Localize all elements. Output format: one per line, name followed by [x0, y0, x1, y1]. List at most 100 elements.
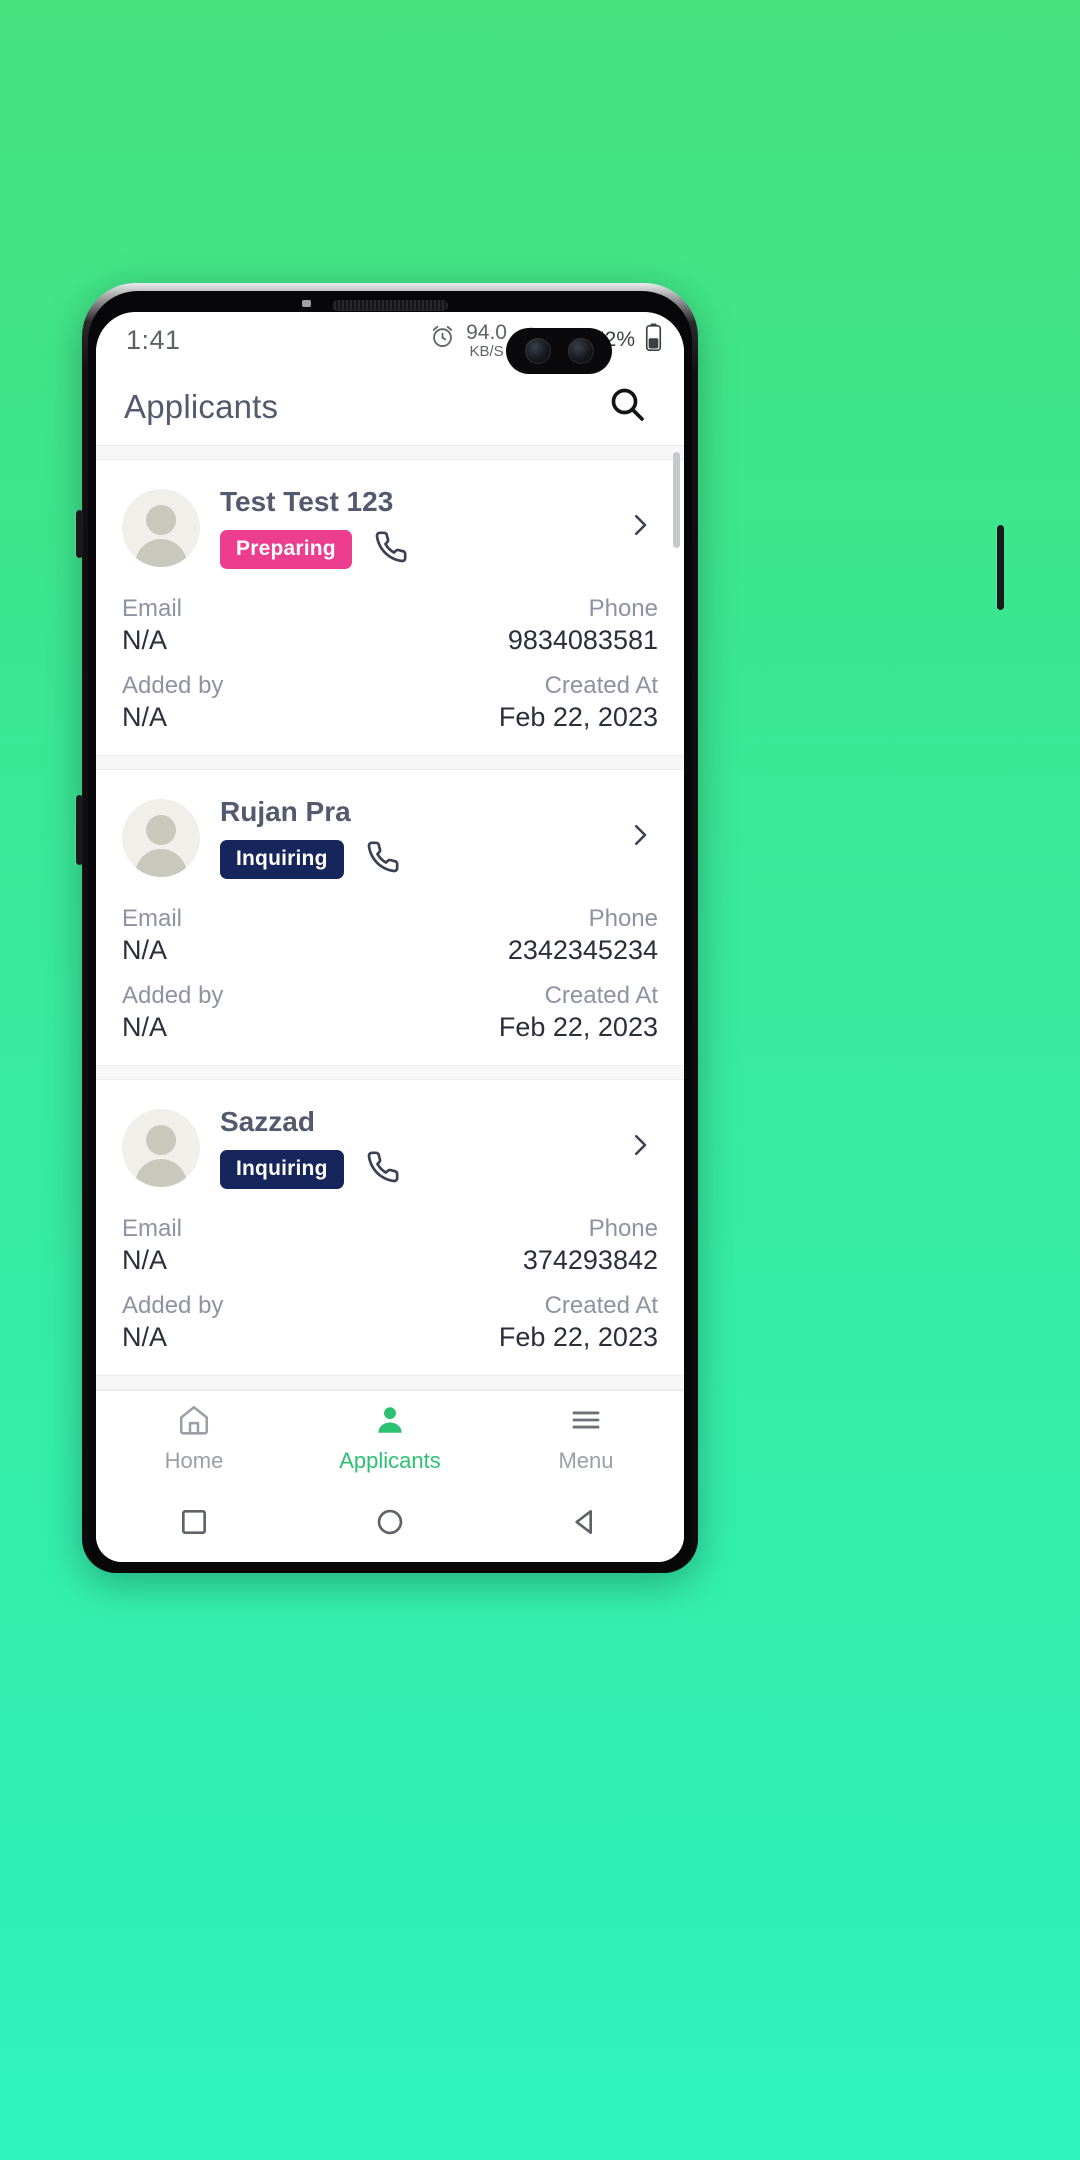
power-button[interactable] [76, 510, 83, 558]
email-field: Email N/A [122, 1215, 390, 1276]
added-by-value: N/A [122, 1322, 168, 1352]
email-label: Email [122, 1215, 183, 1242]
phone-label: Phone [588, 595, 658, 622]
phone-field: Phone 9834083581 [390, 595, 658, 656]
chevron-right-icon [625, 1130, 655, 1165]
applicant-summary: Sazzad Inquiring [220, 1106, 602, 1189]
added-by-field: Added by N/A [122, 982, 390, 1043]
applicants-list[interactable]: Test Test 123 Preparing Email N/A Phone … [96, 446, 684, 1414]
alarm-clock-icon [429, 323, 456, 357]
added-by-value: N/A [122, 1012, 168, 1042]
email-label: Email [122, 595, 183, 622]
chevron-right-icon [625, 820, 655, 855]
scrollbar-thumb[interactable] [673, 452, 680, 548]
proximity-sensor [302, 300, 311, 307]
volume-button[interactable] [76, 795, 83, 865]
email-value: N/A [122, 625, 168, 655]
network-speed-indicator: 94.0 KB/S [466, 322, 507, 359]
email-field: Email N/A [122, 905, 390, 966]
avatar [122, 488, 200, 567]
created-at-value: Feb 22, 2023 [498, 1322, 658, 1352]
chevron-right-icon [625, 510, 655, 545]
status-badge: Inquiring [220, 1150, 344, 1189]
search-icon [607, 384, 647, 429]
applicant-meta-row: Inquiring [220, 840, 602, 879]
app-bar: Applicants [96, 368, 684, 446]
created-at-label: Created At [544, 1292, 658, 1319]
applicant-name: Test Test 123 [220, 486, 394, 517]
front-camera-cutout [506, 328, 612, 374]
phone-value: 9834083581 [507, 625, 658, 655]
phone-field: Phone 2342345234 [390, 905, 658, 966]
earpiece-speaker [332, 300, 448, 311]
nav-label-menu: Menu [558, 1448, 614, 1473]
android-system-navigation [96, 1486, 684, 1562]
phone-label: Phone [588, 905, 658, 932]
home-button[interactable] [355, 1497, 425, 1551]
email-label: Email [122, 905, 183, 932]
call-button[interactable] [366, 840, 400, 879]
recents-button[interactable] [159, 1497, 229, 1551]
added-by-field: Added by N/A [122, 1292, 390, 1353]
applicant-name: Rujan Pra [220, 796, 351, 827]
applicant-card[interactable]: Test Test 123 Preparing Email N/A Phone … [96, 460, 684, 756]
bottom-navigation: Home Applicants Menu [96, 1390, 684, 1486]
applicant-card-header: Test Test 123 Preparing [122, 486, 658, 569]
network-speed-value: 94.0 [466, 320, 507, 344]
phone-icon [366, 840, 400, 879]
added-by-field: Added by N/A [122, 672, 390, 733]
triangle-back-icon [570, 1506, 602, 1543]
square-recents-icon [178, 1506, 210, 1543]
side-button-right[interactable] [997, 525, 1004, 610]
applicant-name: Sazzad [220, 1106, 315, 1137]
list-divider [96, 1066, 684, 1080]
list-top-spacer [96, 446, 684, 460]
created-at-field: Created At Feb 22, 2023 [390, 1292, 658, 1353]
call-button[interactable] [366, 1150, 400, 1189]
phone-screen: 1:41 94.0 KB/S 52% Applicants Test Test … [96, 312, 684, 1562]
applicant-card[interactable]: Sazzad Inquiring Email N/A Phone 3742938… [96, 1080, 684, 1376]
created-at-field: Created At Feb 22, 2023 [390, 672, 658, 733]
status-time: 1:41 [126, 324, 181, 355]
call-button[interactable] [374, 530, 408, 569]
nav-item-home[interactable]: Home [96, 1403, 292, 1474]
applicant-meta-row: Preparing [220, 530, 602, 569]
phone-value: 2342345234 [507, 935, 658, 965]
added-by-value: N/A [122, 702, 168, 732]
open-applicant-chevron[interactable] [622, 510, 658, 545]
battery-icon [645, 323, 662, 358]
avatar [122, 798, 200, 877]
phone-field: Phone 374293842 [390, 1215, 658, 1276]
created-at-value: Feb 22, 2023 [498, 702, 658, 732]
home-icon [177, 1403, 211, 1442]
applicant-details: Email N/A Phone 9834083581 Added by N/A … [122, 595, 658, 733]
phone-value: 374293842 [522, 1245, 658, 1275]
search-button[interactable] [600, 380, 654, 434]
applicant-card[interactable]: Rujan Pra Inquiring Email N/A Phone 2342… [96, 770, 684, 1066]
applicant-card-header: Rujan Pra Inquiring [122, 796, 658, 879]
phone-label: Phone [588, 1215, 658, 1242]
list-divider [96, 756, 684, 770]
open-applicant-chevron[interactable] [622, 1130, 658, 1165]
applicant-details: Email N/A Phone 374293842 Added by N/A C… [122, 1215, 658, 1353]
nav-item-applicants[interactable]: Applicants [292, 1403, 488, 1474]
email-value: N/A [122, 935, 168, 965]
created-at-label: Created At [544, 672, 658, 699]
nav-item-menu[interactable]: Menu [488, 1403, 684, 1474]
phone-icon [374, 530, 408, 569]
applicant-summary: Test Test 123 Preparing [220, 486, 602, 569]
back-button[interactable] [551, 1497, 621, 1551]
applicant-summary: Rujan Pra Inquiring [220, 796, 602, 879]
avatar [122, 1108, 200, 1187]
created-at-field: Created At Feb 22, 2023 [390, 982, 658, 1043]
status-badge: Preparing [220, 530, 352, 569]
added-by-label: Added by [122, 1292, 224, 1319]
applicant-meta-row: Inquiring [220, 1150, 602, 1189]
email-value: N/A [122, 1245, 168, 1275]
circle-home-icon [374, 1506, 406, 1543]
nav-label-applicants: Applicants [339, 1448, 441, 1473]
network-speed-unit: KB/S [469, 342, 504, 360]
open-applicant-chevron[interactable] [622, 820, 658, 855]
applicant-card-header: Sazzad Inquiring [122, 1106, 658, 1189]
applicant-details: Email N/A Phone 2342345234 Added by N/A … [122, 905, 658, 1043]
